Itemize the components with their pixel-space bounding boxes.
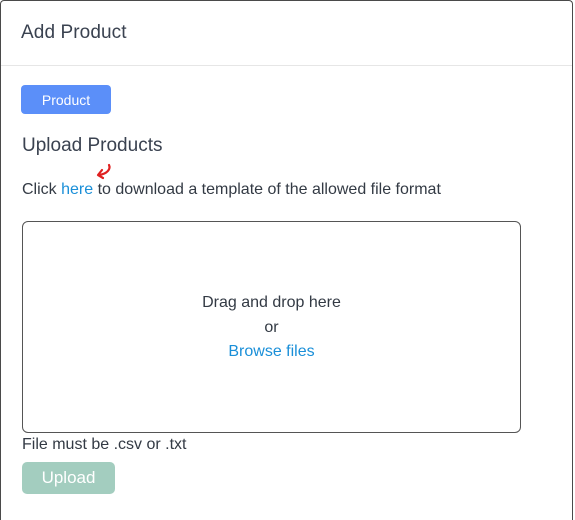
browse-files-link[interactable]: Browse files: [23, 343, 520, 361]
add-product-dialog: Add Product Product Upload Products Clic…: [0, 0, 573, 520]
template-instruction: Click here to download a template of the…: [22, 181, 441, 199]
dropzone-or-text: or: [264, 319, 279, 336]
product-tab-button[interactable]: Product: [21, 85, 111, 114]
dialog-header: Add Product: [1, 1, 572, 66]
dropzone-drag-text: Drag and drop here: [202, 294, 341, 311]
file-dropzone[interactable]: Drag and drop here or Browse files: [22, 221, 521, 433]
download-template-link[interactable]: here: [61, 181, 93, 198]
instruction-prefix: Click: [22, 181, 62, 198]
upload-products-heading: Upload Products: [22, 135, 163, 156]
dialog-title: Add Product: [21, 22, 127, 43]
red-curved-arrow-icon: [96, 163, 111, 180]
instruction-suffix: to download a template of the allowed fi…: [93, 181, 441, 198]
upload-button[interactable]: Upload: [22, 462, 115, 494]
file-format-note: File must be .csv or .txt: [22, 436, 187, 453]
